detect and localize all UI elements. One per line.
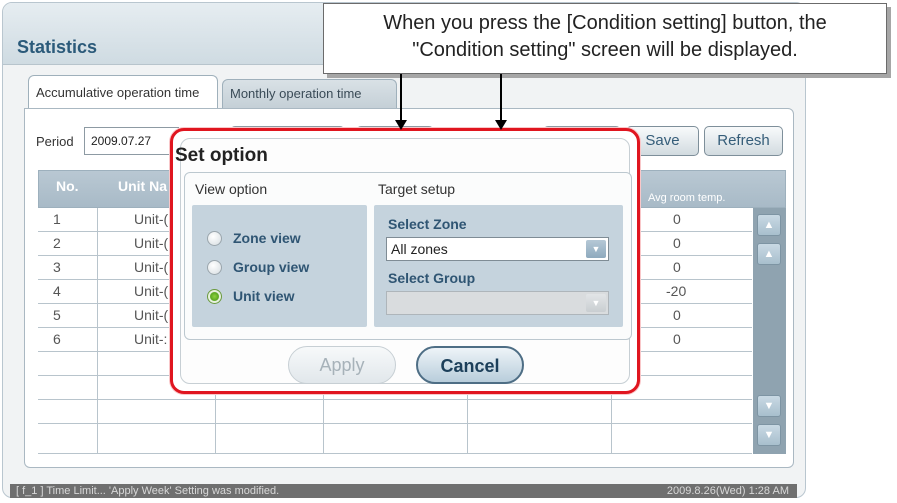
column-header-unit-name: Unit Na bbox=[118, 178, 167, 194]
column-header-avg-room-temp: Avg room temp. bbox=[648, 192, 726, 204]
cell-no: 4 bbox=[53, 283, 61, 299]
cell-no: 1 bbox=[53, 211, 61, 227]
chevron-down-icon[interactable]: ▼ bbox=[586, 294, 606, 312]
tab-monthly-operation-time[interactable]: Monthly operation time bbox=[222, 79, 397, 109]
select-group-label: Select Group bbox=[388, 270, 476, 286]
arrow-down-icon bbox=[395, 120, 407, 130]
column-header-no: No. bbox=[56, 178, 79, 194]
page-title: Statistics bbox=[17, 37, 98, 57]
callout-line-1: When you press the [Condition setting] b… bbox=[383, 12, 827, 34]
scroll-bottom-icon[interactable]: ▼ bbox=[757, 424, 781, 446]
cell-unit: Unit-( bbox=[134, 307, 169, 323]
cell-unit: Unit-: bbox=[134, 331, 168, 347]
cell-avg-temp: 0 bbox=[673, 331, 681, 347]
radio-button-selected-icon[interactable] bbox=[207, 289, 222, 304]
callout-arrow-line bbox=[400, 74, 402, 122]
cancel-button[interactable]: Cancel bbox=[416, 346, 524, 384]
refresh-button[interactable]: Refresh bbox=[704, 126, 783, 156]
dialog-title: Set option bbox=[175, 145, 268, 166]
radio-label: Unit view bbox=[233, 288, 295, 304]
target-setup-label: Target setup bbox=[378, 181, 456, 197]
cell-unit: Unit-( bbox=[134, 283, 169, 299]
table-row-empty[interactable] bbox=[38, 424, 752, 454]
chevron-down-icon[interactable]: ▼ bbox=[586, 240, 606, 258]
cell-avg-temp: 0 bbox=[673, 259, 681, 275]
radio-label: Zone view bbox=[233, 230, 301, 246]
callout-annotation: When you press the [Condition setting] b… bbox=[323, 3, 887, 74]
cell-no: 6 bbox=[53, 331, 61, 347]
callout-arrow-line bbox=[500, 74, 502, 122]
cell-avg-temp: -20 bbox=[666, 283, 687, 299]
cell-no: 5 bbox=[53, 307, 61, 323]
arrow-down-icon bbox=[495, 120, 507, 130]
cell-no: 2 bbox=[53, 235, 61, 251]
status-bar: [ f_1 ] Time Limit... 'Apply Week' Setti… bbox=[10, 484, 797, 498]
cell-avg-temp: 0 bbox=[673, 307, 681, 323]
radio-button-icon[interactable] bbox=[207, 231, 222, 246]
cell-unit: Unit-( bbox=[134, 259, 169, 275]
apply-button[interactable]: Apply bbox=[288, 346, 396, 384]
scroll-top-icon[interactable]: ▲ bbox=[757, 214, 781, 236]
period-date-field[interactable]: 2009.07.27 bbox=[84, 127, 179, 155]
scroll-up-icon[interactable]: ▲ bbox=[757, 243, 781, 265]
select-zone-value: All zones bbox=[391, 241, 448, 257]
cell-no: 3 bbox=[53, 259, 61, 275]
period-label: Period bbox=[36, 134, 74, 149]
status-message: [ f_1 ] Time Limit... 'Apply Week' Setti… bbox=[16, 485, 280, 497]
table-row-empty[interactable] bbox=[38, 400, 752, 424]
cell-unit: Unit-( bbox=[134, 211, 169, 227]
scroll-down-icon[interactable]: ▼ bbox=[757, 395, 781, 417]
tab-accumulative-operation-time[interactable]: Accumulative operation time bbox=[28, 75, 218, 109]
radio-button-icon[interactable] bbox=[207, 260, 222, 275]
view-option-label: View option bbox=[195, 181, 268, 197]
callout-line-2: "Condition setting" screen will be displ… bbox=[412, 39, 798, 61]
cell-avg-temp: 0 bbox=[673, 211, 681, 227]
radio-label: Group view bbox=[233, 259, 310, 275]
select-zone-label: Select Zone bbox=[388, 216, 467, 232]
select-group-dropdown[interactable]: ▼ bbox=[386, 291, 609, 315]
cell-avg-temp: 0 bbox=[673, 235, 681, 251]
select-zone-dropdown[interactable]: All zones ▼ bbox=[386, 237, 609, 261]
status-datetime: 2009.8.26(Wed) 1:28 AM bbox=[666, 485, 789, 497]
cell-unit: Unit-( bbox=[134, 235, 169, 251]
